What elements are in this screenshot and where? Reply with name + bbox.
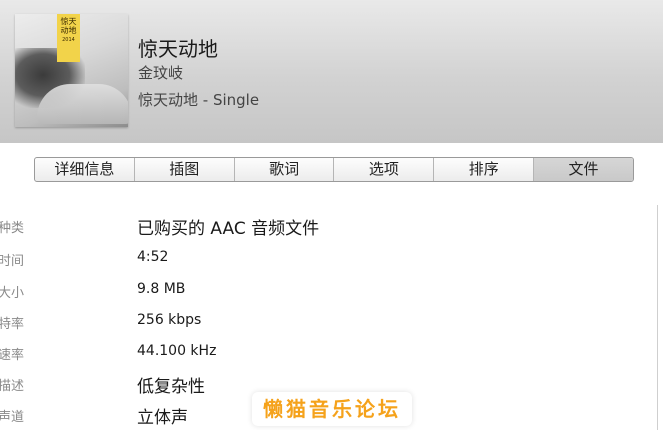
tab-artwork[interactable]: 插图 xyxy=(135,158,235,181)
song-artist: 金玟岐 xyxy=(138,64,184,82)
artwork-title-text: 惊天动地 xyxy=(60,17,77,35)
channels-label: 声道 xyxy=(0,410,24,425)
info-row-sample-rate: 采样速率 44.100 kHz xyxy=(0,341,560,365)
duration-label: 持续时间 xyxy=(0,254,24,269)
bitrate-value: 256 kbps xyxy=(137,312,202,328)
profile-label: 描述 xyxy=(0,379,24,394)
kind-label: 种类 xyxy=(0,221,24,236)
song-info-header: 惊天动地 2014 惊天动地 金玟岐 惊天动地 - Single xyxy=(0,0,663,143)
artwork-subtext: 2014 xyxy=(62,37,75,43)
info-row-kind: 种类 已购买的 AAC 音频文件 xyxy=(0,214,560,239)
tab-details[interactable]: 详细信息 xyxy=(35,158,135,181)
duration-value: 4:52 xyxy=(137,249,169,265)
info-row-size: 大小 9.8 MB xyxy=(0,279,560,303)
scrollbar-track[interactable] xyxy=(657,205,658,430)
size-value: 9.8 MB xyxy=(137,281,186,297)
size-label: 大小 xyxy=(0,286,24,301)
sample-rate-label: 采样速率 xyxy=(0,348,24,363)
channels-value: 立体声 xyxy=(137,408,188,428)
song-album: 惊天动地 - Single xyxy=(138,91,260,109)
tab-lyrics[interactable]: 歌词 xyxy=(235,158,335,181)
info-row-bitrate: 比特率 256 kbps xyxy=(0,310,560,334)
profile-value: 低复杂性 xyxy=(137,377,205,397)
tab-file[interactable]: 文件 xyxy=(534,158,633,181)
tab-options[interactable]: 选项 xyxy=(334,158,435,181)
album-artwork: 惊天动地 2014 xyxy=(15,14,128,127)
info-tab-bar: 详细信息 插图 歌词 选项 排序 文件 xyxy=(34,157,634,182)
artwork-title-label: 惊天动地 2014 xyxy=(57,14,80,62)
artwork-arm xyxy=(37,84,128,124)
info-row-duration: 持续时间 4:52 xyxy=(0,247,560,271)
song-title: 惊天动地 xyxy=(138,37,218,61)
tab-sorting[interactable]: 排序 xyxy=(434,158,535,181)
forum-watermark: 懒猫音乐论坛 xyxy=(252,392,412,426)
sample-rate-value: 44.100 kHz xyxy=(137,343,217,359)
bitrate-label: 比特率 xyxy=(0,317,24,332)
kind-value: 已购买的 AAC 音频文件 xyxy=(137,219,320,239)
